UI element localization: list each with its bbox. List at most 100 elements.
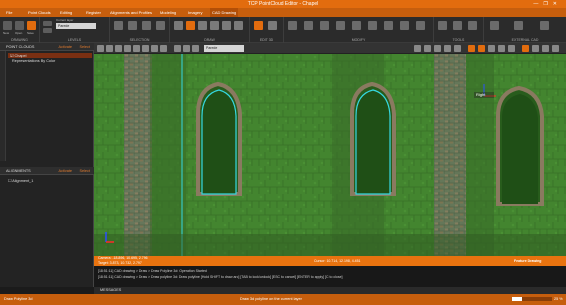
select-toggle[interactable]: Select <box>79 43 90 51</box>
axis-icon[interactable] <box>532 45 539 52</box>
draw-circle-button[interactable] <box>210 21 219 30</box>
messages-area: [18:51:11] CAD drawing > Draw > Draw Pol… <box>94 266 566 287</box>
edit-tool-icon-1[interactable] <box>414 45 421 52</box>
tree-item-alignment-1[interactable]: ☐ Alignment_1 <box>8 178 33 183</box>
elevation-button[interactable] <box>268 21 277 30</box>
snap-point-icon[interactable] <box>488 45 495 52</box>
select-polygon-button[interactable] <box>128 21 137 30</box>
save-drawing-button[interactable] <box>27 21 36 30</box>
zoom-in-icon[interactable] <box>106 45 113 52</box>
polyline-icon[interactable] <box>522 45 529 52</box>
move-button[interactable] <box>288 21 297 30</box>
checkbox-icon[interactable]: ☐ <box>8 179 11 183</box>
view-home-icon[interactable] <box>97 45 104 52</box>
edit-tool-icon-3[interactable] <box>434 45 441 52</box>
rotate-button[interactable] <box>304 21 313 30</box>
tree-item-chapel[interactable]: ☑ Chapel <box>10 53 27 58</box>
menu-alignments[interactable]: Alignments and Profiles <box>110 10 152 15</box>
maximize-button[interactable]: ❐ <box>543 1 552 7</box>
select-all-button[interactable] <box>156 21 165 30</box>
extend-button[interactable] <box>400 21 409 30</box>
draw-line-button[interactable] <box>174 21 183 30</box>
zoom-out-icon[interactable] <box>115 45 122 52</box>
open-drawing-button[interactable] <box>15 21 24 30</box>
alignments-activate-toggle[interactable]: Activate <box>58 167 72 175</box>
select-rectangle-button[interactable] <box>114 21 123 30</box>
snap-button[interactable] <box>438 21 447 30</box>
current-layer-label: Current layer <box>56 18 74 22</box>
mirror-button[interactable] <box>336 21 345 30</box>
new-layer-button[interactable] <box>43 21 52 26</box>
grid-icon[interactable] <box>192 45 199 52</box>
delete-layer-button[interactable] <box>43 28 52 33</box>
info-button[interactable] <box>468 21 477 30</box>
draw-rectangle-button[interactable] <box>222 21 231 30</box>
view-top-icon[interactable] <box>142 45 149 52</box>
minimize-button[interactable]: — <box>533 1 543 7</box>
menu-editing[interactable]: Editing <box>60 10 72 15</box>
export-button[interactable] <box>540 21 549 30</box>
delete-button[interactable] <box>416 21 425 30</box>
toolbar-layer-select[interactable]: Parede <box>204 45 244 52</box>
3d-viewport[interactable]: Right <box>94 54 566 256</box>
ribbon-group-levels: Current layer Parede LEVELS <box>40 17 110 43</box>
current-layer-select[interactable]: Parede <box>56 23 96 29</box>
message-line: [18:51:11] CAD drawing > Draw > Draw pol… <box>98 275 343 279</box>
view-side-icon[interactable] <box>151 45 158 52</box>
menu-register[interactable]: Register <box>86 10 101 15</box>
menu-point-clouds[interactable]: Point Clouds <box>28 10 51 15</box>
alignments-select-toggle[interactable]: Select <box>79 167 90 175</box>
activate-toggle[interactable]: Activate <box>58 43 72 51</box>
title-bar: TCP PointCloud Editor - Chapel —❐✕ <box>0 0 566 8</box>
point-clouds-title: POINT CLOUDS <box>6 45 35 49</box>
layer-visibility-icon[interactable] <box>174 45 181 52</box>
close-button[interactable]: ✕ <box>553 1 562 7</box>
group-label-tools: TOOLS <box>452 38 465 42</box>
copy-button[interactable] <box>352 21 361 30</box>
side-tab[interactable] <box>0 51 6 161</box>
point-cloud-render <box>94 54 566 256</box>
zoom-extents-icon[interactable] <box>124 45 131 52</box>
scale-button[interactable] <box>320 21 329 30</box>
snap-grid-icon[interactable] <box>508 45 515 52</box>
new-drawing-button[interactable] <box>3 21 12 30</box>
trim-button[interactable] <box>384 21 393 30</box>
measure-button[interactable] <box>453 21 462 30</box>
menu-cad-drawing[interactable]: CAD Drawing <box>210 8 239 17</box>
edit-tool-icon-4[interactable] <box>444 45 451 52</box>
messages-header[interactable]: MESSAGES <box>94 287 566 294</box>
snap-icon[interactable] <box>183 45 190 52</box>
status-bar: Camera: -18.896, 10.695, 2.796 Target: 3… <box>94 256 566 266</box>
edit-tool-icon-2[interactable] <box>424 45 431 52</box>
window-controls[interactable]: —❐✕ <box>533 1 562 7</box>
alignments-title: ALIGNMENTS <box>6 169 31 173</box>
menu-file[interactable]: File <box>6 10 12 15</box>
snap-edge-icon[interactable] <box>498 45 505 52</box>
tree-item-chapel-label: Chapel <box>14 54 27 58</box>
perspective-icon[interactable] <box>160 45 167 52</box>
open-label: Open <box>15 31 23 35</box>
mode-indicator: Feature Drawing <box>514 259 542 263</box>
snap-endpoint-icon[interactable] <box>468 45 475 52</box>
height-button[interactable] <box>254 21 263 30</box>
draw-text-button[interactable] <box>234 21 243 30</box>
progress-bar <box>512 297 552 301</box>
ribbon: New Open Save DRAWING Current layer Pare… <box>0 17 566 43</box>
draw-polyline-button[interactable] <box>186 21 195 30</box>
offset-button[interactable] <box>368 21 377 30</box>
view-front-icon[interactable] <box>133 45 140 52</box>
measure-icon[interactable] <box>542 45 549 52</box>
ribbon-group-drawing: New Open Save DRAWING <box>0 17 40 43</box>
edit-tool-icon-5[interactable] <box>454 45 461 52</box>
view-cube-label[interactable]: Right <box>476 92 485 97</box>
draw-arc-button[interactable] <box>198 21 207 30</box>
settings-icon[interactable] <box>552 45 559 52</box>
checkbox-icon[interactable]: ☑ <box>10 54 13 58</box>
select-lasso-button[interactable] <box>142 21 151 30</box>
synchronize-button[interactable] <box>514 21 523 30</box>
connect-button[interactable] <box>490 21 499 30</box>
menu-modeling[interactable]: Modeling <box>160 10 176 15</box>
snap-midpoint-icon[interactable] <box>478 45 485 52</box>
menu-imagery[interactable]: Imagery <box>188 10 202 15</box>
tree-item-representations[interactable]: Representations By Color <box>12 59 55 63</box>
